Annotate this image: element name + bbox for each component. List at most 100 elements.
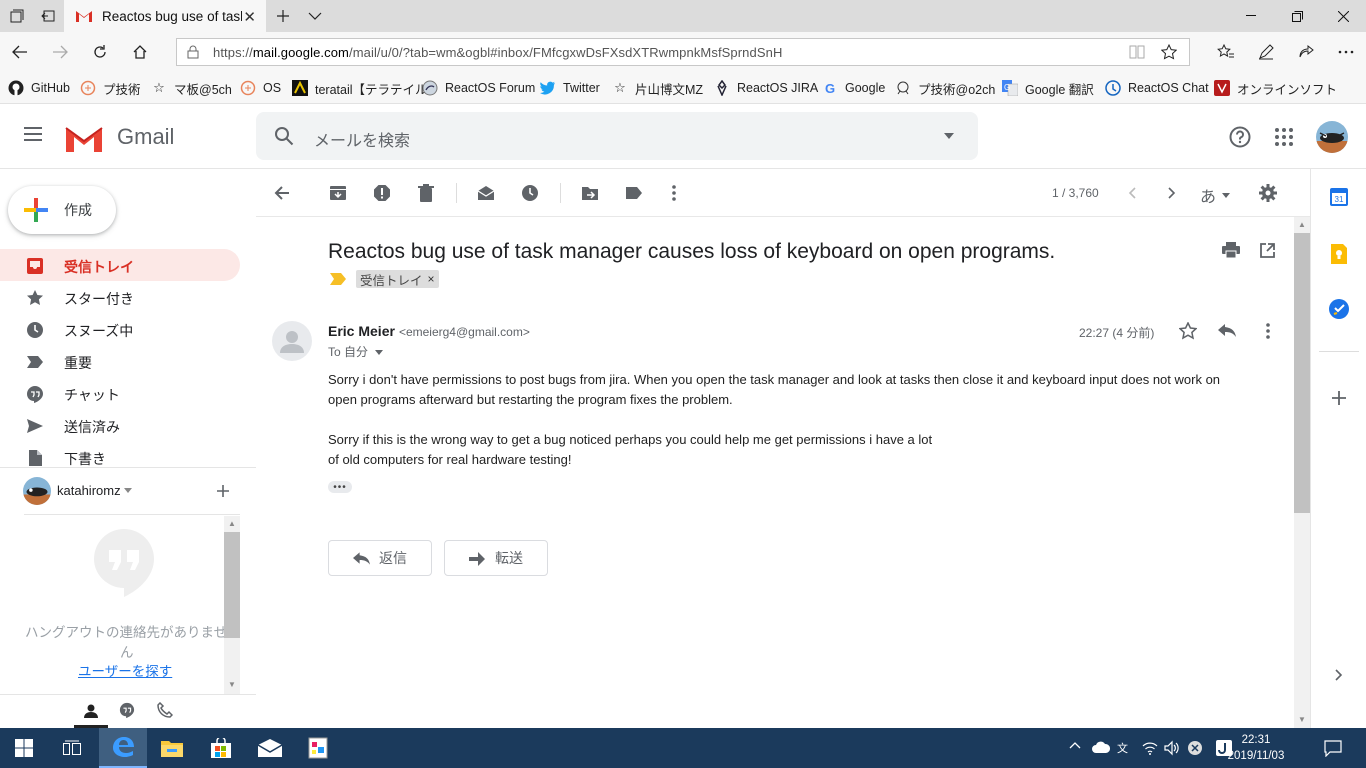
taskbar-clock[interactable]: 22:31 2019/11/03 <box>1224 732 1288 764</box>
bookmark-pgijutsu[interactable]: プ技術 <box>80 72 141 104</box>
phone-icon[interactable] <box>157 702 173 718</box>
favorites-hub-icon[interactable] <box>1206 32 1246 72</box>
status-dropdown-icon[interactable] <box>124 488 132 493</box>
show-hidden-icons-chevron-icon[interactable] <box>1069 741 1081 749</box>
open-new-window-icon[interactable] <box>1260 243 1275 258</box>
bookmark-katayama[interactable]: ☆ 片山博文MZ <box>612 72 703 104</box>
important-marker-icon[interactable] <box>330 273 346 285</box>
new-conversation-plus-icon[interactable] <box>216 484 230 498</box>
show-trimmed-content-button[interactable]: ••• <box>328 481 352 493</box>
find-people-link[interactable]: ユーザーを探す <box>78 660 172 680</box>
keep-icon[interactable] <box>1331 244 1347 264</box>
paint-app-icon[interactable] <box>294 728 342 768</box>
get-addons-plus-icon[interactable] <box>1332 391 1346 405</box>
minimize-window-button[interactable] <box>1228 0 1274 32</box>
set-aside-tabs-icon[interactable] <box>31 0 65 32</box>
network-icon[interactable] <box>1142 740 1158 756</box>
url-field[interactable]: https://mail.google.com/mail/u/0/?tab=wm… <box>176 38 1190 66</box>
account-avatar[interactable] <box>1316 121 1348 153</box>
tab-manager-icon[interactable] <box>0 0 34 32</box>
search-icon[interactable] <box>274 126 294 146</box>
bookmark-pgijutsu-o2ch[interactable]: プ技術@o2ch <box>895 72 995 104</box>
home-button[interactable] <box>120 32 160 72</box>
bookmark-google[interactable]: G Google <box>822 72 885 104</box>
active-tab[interactable]: Reactos bug use of task ✕ <box>64 0 266 32</box>
hangouts-username[interactable]: katahiromz <box>57 483 121 498</box>
settings-gear-icon[interactable] <box>1256 181 1280 205</box>
onedrive-icon[interactable] <box>1092 741 1110 753</box>
star-message-icon[interactable] <box>1179 322 1197 340</box>
archive-icon[interactable] <box>326 181 350 205</box>
remove-label-icon[interactable]: × <box>428 272 435 286</box>
mark-unread-icon[interactable] <box>474 181 498 205</box>
bookmark-google-translate[interactable]: G Google 翻訳 <box>1002 72 1094 104</box>
calendar-icon[interactable]: 31 <box>1330 188 1348 206</box>
tasks-icon[interactable] <box>1329 299 1349 319</box>
hangouts-scrollbar[interactable]: ▲ ▼ <box>224 516 240 694</box>
mail-icon[interactable] <box>246 728 294 768</box>
bookmark-reactos-jira[interactable]: ReactOS JIRA <box>714 72 818 104</box>
back-to-inbox-icon[interactable] <box>270 181 294 205</box>
web-note-icon[interactable] <box>1246 32 1286 72</box>
print-icon[interactable] <box>1222 242 1240 258</box>
more-menu-icon[interactable] <box>1326 32 1366 72</box>
nav-sent[interactable]: 送信済み <box>0 409 240 441</box>
show-details-icon[interactable] <box>375 350 384 356</box>
newer-chevron-icon[interactable] <box>1120 181 1144 205</box>
bookmark-reactos-chat[interactable]: ReactOS Chat <box>1105 72 1209 104</box>
restore-window-button[interactable] <box>1274 0 1320 32</box>
reply-icon[interactable] <box>1218 324 1236 338</box>
sender-name[interactable]: Eric Meier <box>328 323 395 339</box>
forward-button[interactable] <box>40 32 80 72</box>
reading-view-icon[interactable] <box>1129 45 1145 59</box>
search-options-icon[interactable] <box>944 133 954 139</box>
hangouts-chat-tab-icon[interactable] <box>119 702 135 718</box>
new-tab-button[interactable] <box>266 0 300 32</box>
action-center-icon[interactable] <box>1324 740 1342 757</box>
bookmark-twitter[interactable]: Twitter <box>540 72 600 104</box>
close-tab-icon[interactable]: ✕ <box>243 8 256 26</box>
message-more-icon[interactable] <box>1266 323 1270 339</box>
more-actions-icon[interactable] <box>662 181 686 205</box>
bookmark-reactos-forum[interactable]: ReactOS Forum <box>422 72 535 104</box>
bookmark-teratail[interactable]: teratail【テラテイル】 <box>292 72 440 104</box>
nav-starred[interactable]: スター付き <box>0 281 240 313</box>
nav-important[interactable]: 重要 <box>0 345 240 377</box>
help-icon[interactable] <box>1229 126 1251 148</box>
back-button[interactable] <box>0 32 40 72</box>
tab-preview-chevron-icon[interactable] <box>298 0 332 32</box>
older-chevron-icon[interactable] <box>1160 181 1184 205</box>
contacts-tab[interactable] <box>74 694 108 728</box>
favorite-star-icon[interactable] <box>1161 44 1177 60</box>
apps-grid-icon[interactable] <box>1275 128 1293 146</box>
label-icon[interactable] <box>622 181 646 205</box>
edge-taskbar-icon[interactable] <box>99 728 147 768</box>
bookmark-github[interactable]: GitHub <box>8 72 70 104</box>
snooze-icon[interactable] <box>518 181 542 205</box>
bookmark-os[interactable]: OS <box>240 72 281 104</box>
reply-button[interactable]: 返信 <box>328 540 432 576</box>
close-window-button[interactable] <box>1320 0 1366 32</box>
error-status-icon[interactable] <box>1187 740 1203 756</box>
start-button[interactable] <box>0 728 48 768</box>
file-explorer-icon[interactable] <box>148 728 196 768</box>
nav-snoozed[interactable]: スヌーズ中 <box>0 313 240 345</box>
task-view-icon[interactable] <box>48 728 96 768</box>
search-box[interactable]: メールを検索 <box>256 112 978 160</box>
move-to-icon[interactable] <box>578 181 602 205</box>
refresh-button[interactable] <box>80 32 120 72</box>
compose-button[interactable]: 作成 <box>8 186 116 234</box>
nav-chat[interactable]: チャット <box>0 377 240 409</box>
main-menu-icon[interactable] <box>24 126 44 142</box>
forward-button[interactable]: 転送 <box>444 540 548 576</box>
delete-icon[interactable] <box>414 181 438 205</box>
gmail-logo-icon[interactable] <box>64 124 104 152</box>
store-icon[interactable] <box>197 728 245 768</box>
volume-icon[interactable] <box>1164 740 1180 756</box>
input-tools-button[interactable]: あ <box>1200 183 1231 207</box>
share-icon[interactable] <box>1286 32 1326 72</box>
bookmark-maita[interactable]: ☆ マ板@5ch <box>151 72 232 104</box>
search-input[interactable]: メールを検索 <box>314 127 410 151</box>
report-spam-icon[interactable] <box>370 181 394 205</box>
ime-icon[interactable]: 文 <box>1117 740 1133 756</box>
